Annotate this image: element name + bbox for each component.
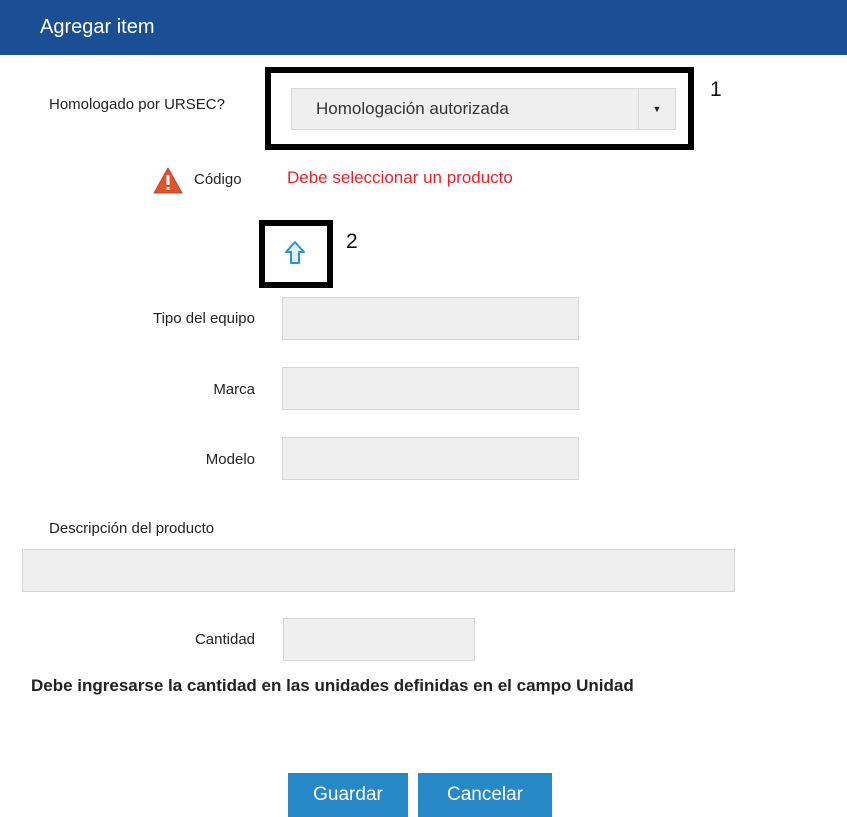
callout-2: 2 xyxy=(346,230,358,253)
codigo-label: Código xyxy=(194,171,242,188)
cantidad-label: Cantidad xyxy=(194,631,255,648)
warning-icon xyxy=(153,167,183,194)
modelo-field[interactable] xyxy=(282,437,579,480)
annotation-box-1 xyxy=(265,67,694,150)
marca-label: Marca xyxy=(213,381,255,398)
cancel-button[interactable]: Cancelar xyxy=(418,773,552,817)
upload-arrow-icon[interactable] xyxy=(284,240,306,266)
descripcion-label: Descripción del producto xyxy=(49,520,215,537)
save-button[interactable]: Guardar xyxy=(288,773,408,817)
modelo-label: Modelo xyxy=(205,451,255,468)
descripcion-field[interactable] xyxy=(22,549,735,592)
codigo-error: Debe seleccionar un producto xyxy=(287,168,513,187)
homologado-label: Homologado por URSEC? xyxy=(49,96,225,113)
callout-1: 1 xyxy=(710,78,722,101)
dialog-title: Agregar item xyxy=(40,16,155,38)
tipo-label: Tipo del equipo xyxy=(152,310,255,327)
cantidad-field[interactable] xyxy=(283,618,475,661)
cantidad-note: Debe ingresarse la cantidad en las unida… xyxy=(31,676,634,695)
marca-field[interactable] xyxy=(282,367,579,410)
tipo-field[interactable] xyxy=(282,297,579,340)
